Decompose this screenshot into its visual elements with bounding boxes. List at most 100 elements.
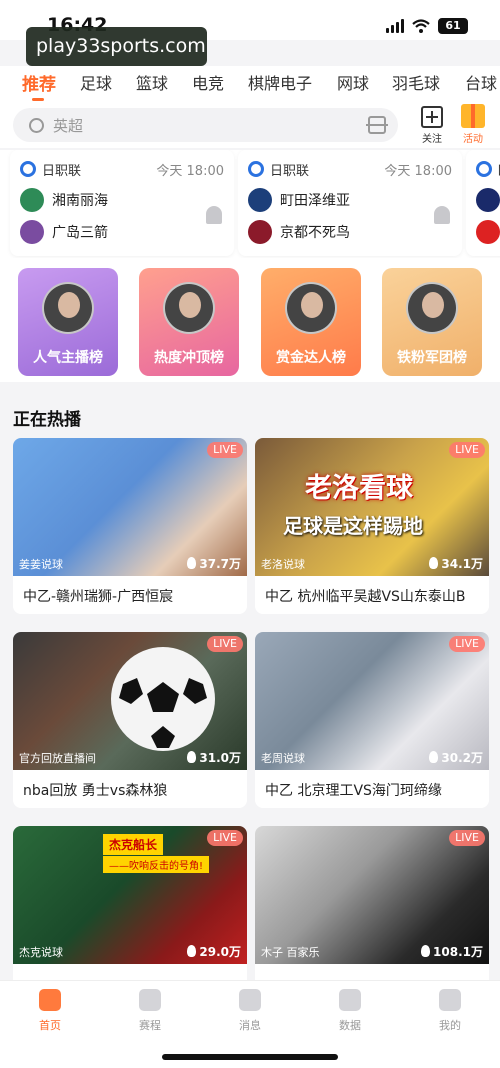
anchor-name: 官方回放直播间 [19,752,96,765]
video-title: 中乙 杭州临平吴越VS山东泰山B [265,589,466,605]
anchor-name: 木子 百家乐 [261,946,320,959]
home-team-name: 町田泽维亚 [280,193,350,209]
match-card[interactable]: 日职联 今天 18:00 町田泽维亚 京都不死鸟 [238,150,462,256]
anchor-name: 老洛说球 [261,558,305,571]
team-logo-icon [248,188,272,212]
tab-football[interactable]: 足球 [80,70,112,94]
thumbnail-banner: 杰克船长 [103,834,164,855]
video-thumbnail: LIVE 老周说球 30.2万 [255,632,489,770]
category-tabs: 推荐 足球 篮球 电竞 棋牌电子 网球 羽毛球 台球 [0,66,500,104]
nav-label: 数据 [339,1019,361,1032]
search-icon [29,118,44,133]
nav-label: 我的 [439,1019,461,1032]
nav-data[interactable]: 数据 [320,989,380,1033]
match-carousel: 日职联 今天 18:00 湘南丽海 广岛三箭 日职联 今天 18:00 町田泽维… [0,150,500,258]
football-icon [20,161,36,177]
tab-billiards[interactable]: 台球 [465,70,497,94]
ranking-row: 人气主播榜 热度冲顶榜 赏金达人榜 铁粉军团榜 [0,258,500,382]
view-count: 29.0万 [187,943,241,960]
tab-basketball[interactable]: 篮球 [136,70,168,94]
fire-icon [187,557,197,569]
message-icon [239,989,261,1011]
match-card[interactable]: 日职联 今天 18:00 湘南丽海 广岛三箭 [10,150,234,256]
url-watermark: play33sports.com [26,27,207,66]
video-title: 中乙-赣州瑞狮-广西恒宸 [23,589,174,605]
rank-card-hot-top[interactable]: 热度冲顶榜 [139,268,239,376]
video-card[interactable]: LIVE 老周说球 30.2万 中乙 北京理工VS海门珂缔缘 [255,632,489,808]
video-card[interactable]: LIVE 姜姜说球 37.7万 中乙-赣州瑞狮-广西恒宸 [13,438,247,614]
home-icon [39,989,61,1011]
video-thumbnail: LIVE 姜姜说球 37.7万 [13,438,247,576]
gift-icon [461,104,485,128]
league-name: 日职联 [270,163,310,179]
rank-card-fans[interactable]: 铁粉军团榜 [382,268,482,376]
video-title: nba回放 勇士vs森林狼 [23,783,168,799]
search-placeholder: 英超 [53,117,84,135]
search-row: 英超 关注 活动 [0,104,500,148]
match-card[interactable]: 欧 [466,150,500,256]
fire-icon [429,751,439,763]
tab-tennis[interactable]: 网球 [337,70,369,94]
thumbnail-headline: 老洛看球 [305,473,413,504]
view-count: 37.7万 [187,555,241,572]
search-input[interactable]: 英超 [13,108,398,142]
avatar [406,282,458,334]
tab-badminton[interactable]: 羽毛球 [392,70,440,94]
nav-mine[interactable]: 我的 [420,989,480,1033]
away-team: 京都不死鸟 [248,218,350,246]
tab-chess-cards[interactable]: 棋牌电子 [248,70,312,94]
rank-card-popular-anchor[interactable]: 人气主播榜 [18,268,118,376]
live-badge: LIVE [449,830,485,846]
follow-button[interactable]: 关注 [418,106,446,145]
away-team-name: 广岛三箭 [52,225,108,241]
trophy-icon [139,989,161,1011]
nav-label: 赛程 [139,1019,161,1032]
team-logo-icon [476,220,500,244]
tab-esports[interactable]: 电竞 [192,70,224,94]
rank-card-bounty[interactable]: 赏金达人榜 [261,268,361,376]
rank-label: 赏金达人榜 [276,350,346,366]
video-title: 中乙 北京理工VS海门珂缔缘 [265,783,442,799]
match-time: 今天 18:00 [384,163,452,179]
team-logo-icon [476,188,500,212]
anchor-name: 姜姜说球 [19,558,63,571]
nav-home[interactable]: 首页 [20,989,80,1033]
team-logo-icon [248,220,272,244]
away-team-name: 京都不死鸟 [280,225,350,241]
fire-icon [429,557,439,569]
home-team: 湘南丽海 [20,186,108,214]
match-time: 今天 18:00 [156,163,224,179]
thumbnail-subheadline: 足球是这样踢地 [283,514,423,538]
away-team [476,218,500,246]
nav-schedule[interactable]: 赛程 [120,989,180,1033]
bell-icon[interactable] [434,206,450,224]
nav-messages[interactable]: 消息 [220,989,280,1033]
live-badge: LIVE [207,830,243,846]
signal-icon [386,19,404,33]
follow-label: 关注 [422,134,442,145]
active-tab-indicator [32,98,44,101]
bell-icon[interactable] [206,206,222,224]
nav-label: 首页 [39,1019,61,1032]
scan-icon[interactable] [366,116,388,134]
live-badge: LIVE [207,636,243,652]
tab-recommend[interactable]: 推荐 [22,70,56,95]
chart-icon [339,989,361,1011]
view-count: 108.1万 [421,943,483,960]
video-card[interactable]: LIVE 官方回放直播间 31.0万 nba回放 勇士vs森林狼 [13,632,247,808]
anchor-name: 老周说球 [261,752,305,765]
avatar [42,282,94,334]
live-badge: LIVE [449,636,485,652]
battery-icon: 61 [438,18,468,34]
status-icons: 61 [386,18,468,34]
video-card[interactable]: LIVE 木子 百家乐 108.1万 [255,826,489,1002]
fire-icon [187,751,197,763]
live-badge: LIVE [449,442,485,458]
activity-button[interactable]: 活动 [458,104,488,145]
team-logo-icon [20,220,44,244]
view-count: 34.1万 [429,555,483,572]
home-team-name: 湘南丽海 [52,193,108,209]
rank-label: 人气主播榜 [33,350,103,366]
video-card[interactable]: 杰克船长 ——吹响反击的号角! LIVE 杰克说球 29.0万 [13,826,247,1002]
video-card[interactable]: 老洛看球 足球是这样踢地 LIVE 老洛说球 34.1万 中乙 杭州临平吴越VS… [255,438,489,614]
